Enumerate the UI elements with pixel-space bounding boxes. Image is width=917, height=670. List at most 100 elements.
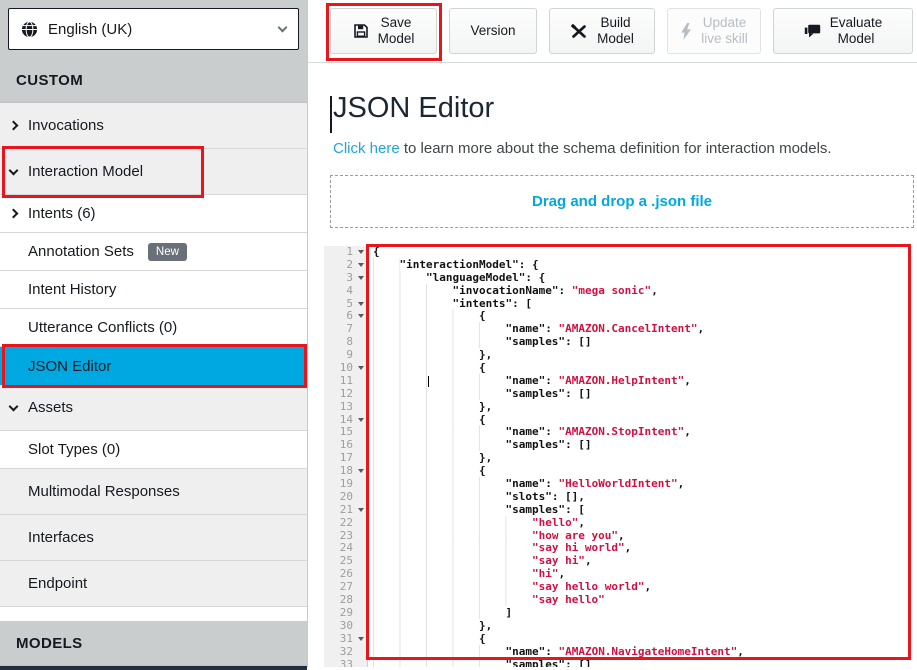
line-number: 22 xyxy=(324,517,368,530)
fold-arrow-icon[interactable] xyxy=(358,263,364,267)
fold-arrow-icon[interactable] xyxy=(358,508,364,512)
lightning-icon xyxy=(680,23,692,40)
schema-help-rest: to learn more about the schema definitio… xyxy=(400,140,832,157)
line-number: 13 xyxy=(324,401,368,414)
sidebar-item-label: Annotation Sets xyxy=(28,243,134,260)
save-model-label: SaveModel xyxy=(378,15,415,46)
code-line[interactable]: 33 "samples": [] xyxy=(324,659,917,668)
line-number: 21 xyxy=(324,504,368,517)
fold-arrow-icon[interactable] xyxy=(358,302,364,306)
code-text[interactable]: }, xyxy=(368,620,917,633)
fold-arrow-icon[interactable] xyxy=(358,250,364,254)
chevron-down-icon[interactable] xyxy=(10,170,28,174)
sidebar-item-json-editor[interactable]: JSON Editor xyxy=(0,347,307,385)
section-header-label: MODELS xyxy=(16,635,83,652)
code-line[interactable]: 20 "slots": [], xyxy=(324,491,917,504)
json-dropzone[interactable]: Drag and drop a .json file xyxy=(330,175,914,228)
code-line[interactable]: 13 }, xyxy=(324,401,917,414)
sidebar-item-label: Intents (6) xyxy=(28,205,96,222)
code-line[interactable]: 12 "samples": [] xyxy=(324,388,917,401)
version-button[interactable]: Version xyxy=(449,8,537,54)
line-number: 12 xyxy=(324,388,368,401)
schema-help-text: Click here to learn more about the schem… xyxy=(333,140,832,157)
line-number: 28 xyxy=(324,594,368,607)
sidebar: English (UK) CUSTOMInvocationsInteractio… xyxy=(0,0,308,667)
fold-arrow-icon[interactable] xyxy=(358,418,364,422)
chevron-down-icon[interactable] xyxy=(10,406,28,410)
line-number: 4 xyxy=(324,285,368,298)
code-text[interactable]: "say hello" xyxy=(368,594,917,607)
code-line[interactable]: 2 "interactionModel": { xyxy=(324,259,917,272)
sidebar-item-label: Multimodal Responses xyxy=(28,483,180,500)
sidebar-item-label: Slot Types (0) xyxy=(28,441,120,458)
build-model-button[interactable]: BuildModel xyxy=(549,8,655,54)
sidebar-item-label: Invocations xyxy=(28,117,104,134)
sidebar-item-interfaces[interactable]: Interfaces xyxy=(0,515,307,561)
line-number: 33 xyxy=(324,659,368,668)
update-live-skill-button: Updatelive skill xyxy=(667,8,761,54)
code-line[interactable]: 28 "say hello" xyxy=(324,594,917,607)
code-text[interactable]: "hello", xyxy=(368,517,917,530)
code-text[interactable]: }, xyxy=(368,401,917,414)
code-text[interactable]: ] xyxy=(368,607,917,620)
code-line[interactable]: 29 ] xyxy=(324,607,917,620)
version-label: Version xyxy=(470,23,515,39)
line-number: 20 xyxy=(324,491,368,504)
page-title: JSON Editor xyxy=(333,92,494,125)
language-selector[interactable]: English (UK) xyxy=(8,8,299,50)
sidebar-item-label: JSON Editor xyxy=(28,358,111,375)
click-here-link[interactable]: Click here xyxy=(333,140,400,157)
fold-arrow-icon[interactable] xyxy=(358,637,364,641)
sidebar-item-annotation-sets[interactable]: Annotation Sets New xyxy=(0,233,307,271)
chevron-right-icon[interactable] xyxy=(10,210,28,217)
fold-arrow-icon[interactable] xyxy=(358,469,364,473)
code-text[interactable]: "slots": [], xyxy=(368,491,917,504)
code-line[interactable]: 22 "hello", xyxy=(324,517,917,530)
fold-arrow-icon[interactable] xyxy=(358,314,364,318)
sidebar-spacer xyxy=(0,607,307,621)
code-text[interactable]: "name": "HelloWorldIntent", xyxy=(368,478,917,491)
sidebar-item-interaction-model[interactable]: Interaction Model xyxy=(0,149,307,195)
code-line[interactable]: 19 "name": "HelloWorldIntent", xyxy=(324,478,917,491)
line-number: 32 xyxy=(324,646,368,659)
code-line[interactable]: 4 "invocationName": "mega sonic", xyxy=(324,285,917,298)
dropzone-label: Drag and drop a .json file xyxy=(532,193,712,210)
evaluate-model-button[interactable]: EvaluateModel xyxy=(773,8,913,54)
new-badge: New xyxy=(148,243,187,261)
line-number: 1 xyxy=(324,246,368,259)
line-number: 29 xyxy=(324,607,368,620)
code-text[interactable]: "samples": [] xyxy=(368,659,917,668)
chevron-right-icon[interactable] xyxy=(10,122,28,129)
code-line[interactable]: 30 }, xyxy=(324,620,917,633)
sidebar-item-label: Endpoint xyxy=(28,575,87,592)
code-line[interactable]: 32 "name": "AMAZON.NavigateHomeIntent", xyxy=(324,646,917,659)
editor-caret xyxy=(428,376,430,387)
code-text[interactable]: "name": "AMAZON.NavigateHomeIntent", xyxy=(368,646,917,659)
sidebar-item-slot-types[interactable]: Slot Types (0) xyxy=(0,431,307,469)
fold-arrow-icon[interactable] xyxy=(358,276,364,280)
code-line[interactable]: 11 "name": "AMAZON.HelpIntent", xyxy=(324,375,917,388)
fold-arrow-icon[interactable] xyxy=(358,366,364,370)
code-text[interactable]: "samples": [] xyxy=(368,388,917,401)
sidebar-item-multimodal-responses[interactable]: Multimodal Responses xyxy=(0,469,307,515)
code-text[interactable]: "name": "AMAZON.HelpIntent", xyxy=(368,375,917,388)
code-line[interactable]: 21 "samples": [ xyxy=(324,504,917,517)
sidebar-item-label: Interfaces xyxy=(28,529,94,546)
sidebar-item-label: Intent History xyxy=(28,281,116,298)
sidebar-item-intents[interactable]: Intents (6) xyxy=(0,195,307,233)
code-text[interactable]: "invocationName": "mega sonic", xyxy=(368,285,917,298)
sidebar-item-assets[interactable]: Assets xyxy=(0,385,307,431)
sidebar-item-intent-history[interactable]: Intent History xyxy=(0,271,307,309)
json-code-editor[interactable]: 1{2 "interactionModel": {3 "languageMode… xyxy=(324,244,917,667)
sidebar-item-invocations[interactable]: Invocations xyxy=(0,103,307,149)
sidebar-item-utterance-conflicts[interactable]: Utterance Conflicts (0) xyxy=(0,309,307,347)
code-text[interactable]: "samples": [ xyxy=(368,504,917,517)
chevron-down-icon xyxy=(278,23,288,33)
line-number: 3 xyxy=(324,272,368,285)
chat-icon xyxy=(804,24,821,39)
sidebar-item-label: Assets xyxy=(28,399,73,416)
sidebar-item-label: Utterance Conflicts (0) xyxy=(28,319,177,336)
save-model-button[interactable]: SaveModel xyxy=(330,8,437,54)
sidebar-item-endpoint[interactable]: Endpoint xyxy=(0,561,307,607)
line-number: 2 xyxy=(324,259,368,272)
